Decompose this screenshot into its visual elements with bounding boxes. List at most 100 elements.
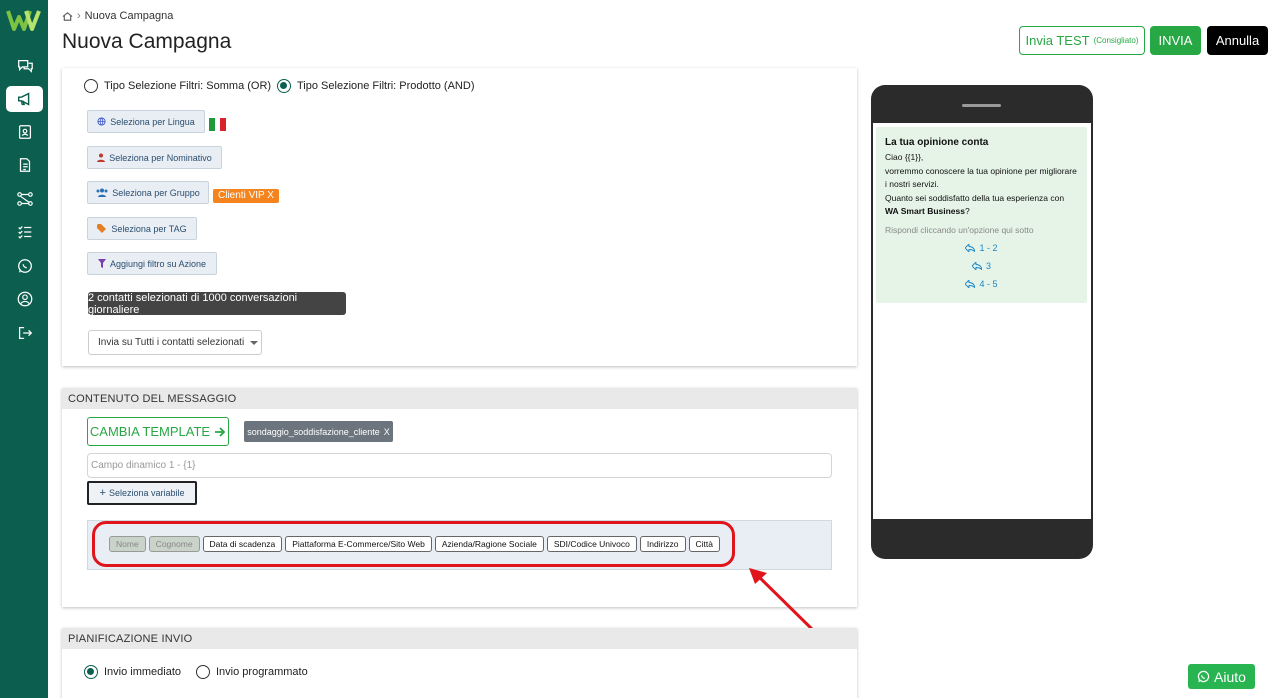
select-variable-label: Seleziona variabile — [108, 488, 185, 498]
phone-speaker — [962, 104, 1001, 107]
variable-chip-azienda[interactable]: Azienda/Ragione Sociale — [434, 536, 544, 552]
send-to-select[interactable]: Invia su Tutti i contatti selezionati — [88, 330, 262, 355]
sidebar-item-documents[interactable] — [6, 152, 43, 178]
select-by-tag-button[interactable]: Seleziona per TAG — [87, 217, 197, 240]
quick-reply-1[interactable]: 1 - 2 — [885, 243, 1078, 253]
group-tag[interactable]: Clienti VIP X — [213, 189, 279, 203]
select-by-name-button[interactable]: Seleziona per Nominativo — [87, 146, 222, 169]
reply-icon — [965, 243, 976, 252]
sidebar-item-whatsapp[interactable] — [6, 253, 43, 279]
sidebar — [0, 0, 48, 698]
radio-filter-and-label: Tipo Selezione Filtri: Prodotto (AND) — [297, 80, 475, 92]
add-action-filter-button[interactable]: Aggiungi filtro su Azione — [87, 252, 217, 275]
select-by-language-label: Seleziona per Lingua — [110, 116, 195, 127]
send-to-select-value: Invia su Tutti i contatti selezionati — [98, 337, 245, 348]
send-test-button[interactable]: Invia TEST (Consigliato) — [1019, 26, 1145, 55]
variable-chip-data-scadenza[interactable]: Data di scadenza — [202, 536, 283, 552]
sidebar-item-campaigns[interactable] — [6, 86, 43, 112]
radio-filter-or-label: Tipo Selezione Filtri: Somma (OR) — [104, 80, 272, 92]
preview-brand: WA Smart Business — [885, 206, 965, 216]
contacts-icon — [18, 125, 31, 139]
cancel-button[interactable]: Annulla — [1207, 26, 1268, 55]
preview-line-3-end: ? — [965, 206, 970, 216]
radio-filter-or[interactable]: Tipo Selezione Filtri: Somma (OR) — [84, 79, 271, 93]
select-by-language-button[interactable]: Seleziona per Lingua — [87, 110, 205, 133]
megaphone-icon — [17, 92, 29, 106]
radio-circle-checked — [277, 79, 291, 93]
schedule-header: PIANIFICAZIONE INVIO — [62, 628, 857, 649]
selected-contacts-summary: 2 contatti selezionati di 1000 conversaz… — [88, 292, 346, 316]
preview-line-3-text: Quanto sei soddisfatto della tua esperie… — [885, 192, 1065, 203]
radio-send-immediate-label: Invio immediato — [104, 666, 182, 678]
quick-reply-3[interactable]: 4 - 5 — [885, 279, 1078, 289]
variable-chip-nome[interactable]: Nome — [109, 536, 146, 552]
select-variable-button[interactable]: + Seleziona variabile — [87, 481, 197, 505]
quick-reply-label: 3 — [985, 260, 991, 271]
logo-icon — [6, 10, 41, 31]
dynamic-field-input[interactable]: Campo dinamico 1 - {1} — [87, 453, 832, 478]
template-remove-button[interactable]: X — [384, 427, 390, 437]
sidebar-item-chat[interactable] — [6, 53, 43, 79]
preview-line-1: Ciao {{1}}, — [885, 152, 924, 162]
sidebar-item-account[interactable] — [6, 286, 43, 312]
radio-send-scheduled[interactable]: Invio programmato — [196, 665, 308, 679]
sidebar-item-tasks[interactable] — [6, 219, 43, 245]
page-title: Nuova Campagna — [62, 30, 232, 53]
preview-title: La tua opinione conta — [885, 137, 989, 148]
home-icon[interactable] — [62, 11, 73, 22]
quick-reply-label: 4 - 5 — [979, 278, 998, 289]
italy-flag-icon — [209, 118, 227, 131]
help-button[interactable]: Aiuto — [1188, 664, 1255, 689]
sidebar-item-contacts[interactable] — [6, 119, 43, 145]
radio-send-immediate[interactable]: Invio immediato — [84, 665, 181, 679]
globe-icon — [97, 117, 106, 126]
preview-line-2: vorremmo conoscere la tua opinione per m… — [885, 165, 1077, 190]
variable-chip-piattaforma[interactable]: Piattaforma E-Commerce/Sito Web — [285, 536, 432, 552]
group-icon — [96, 188, 108, 197]
variable-chip-cognome[interactable]: Cognome — [148, 536, 200, 552]
template-chip: sondaggio_soddisfazione_cliente X — [244, 421, 393, 442]
preview-body: Ciao {{1}}, vorremmo conoscere la tua op… — [885, 151, 1078, 219]
checklist-icon — [17, 226, 31, 239]
plus-icon: + — [99, 487, 106, 499]
send-test-note: (Consigliato) — [1093, 36, 1139, 45]
quick-reply-2[interactable]: 3 — [885, 261, 1078, 271]
phone-preview: La tua opinione conta Ciao {{1}}, vorrem… — [871, 85, 1093, 559]
radio-circle — [196, 665, 210, 679]
person-icon — [97, 153, 106, 162]
logout-icon — [18, 326, 32, 340]
reply-icon — [965, 279, 976, 288]
message-bubble: La tua opinione conta Ciao {{1}}, vorrem… — [876, 127, 1087, 303]
chat-icon — [17, 59, 33, 73]
variable-chip-indirizzo[interactable]: Indirizzo — [639, 536, 686, 552]
phone-screen: La tua opinione conta Ciao {{1}}, vorrem… — [873, 123, 1091, 519]
tag-icon — [97, 224, 107, 233]
quick-reply-label: 1 - 2 — [979, 242, 998, 253]
variable-chip-citta[interactable]: Città — [688, 536, 721, 552]
whatsapp-icon — [1197, 670, 1210, 683]
select-by-group-label: Seleziona per Gruppo — [112, 187, 200, 198]
radio-filter-and[interactable]: Tipo Selezione Filtri: Prodotto (AND) — [277, 79, 475, 93]
sidebar-item-flows[interactable] — [6, 186, 43, 212]
variable-chip-sdi[interactable]: SDI/Codice Univoco — [546, 536, 637, 552]
send-test-label: Invia TEST — [1025, 33, 1090, 48]
variables-highlight: Nome Cognome Data di scadenza Piattaform… — [92, 521, 735, 567]
filter-icon — [97, 259, 106, 268]
caret-down-icon — [250, 340, 259, 345]
sidebar-item-logout[interactable] — [6, 320, 43, 346]
change-template-button[interactable]: CAMBIA TEMPLATE — [87, 417, 229, 446]
user-icon — [17, 291, 32, 307]
select-by-tag-label: Seleziona per TAG — [111, 223, 187, 234]
flow-icon — [16, 192, 33, 206]
select-by-group-button[interactable]: Seleziona per Gruppo — [87, 181, 209, 204]
select-by-name-label: Seleziona per Nominativo — [109, 152, 212, 163]
breadcrumb: › Nuova Campagna — [62, 10, 173, 22]
preview-line-3: Quanto sei soddisfatto della tua esperie… — [885, 192, 1078, 219]
reply-icon — [971, 261, 982, 270]
document-icon — [19, 158, 30, 172]
add-action-filter-label: Aggiungi filtro su Azione — [109, 258, 207, 269]
breadcrumb-separator: › — [77, 10, 81, 22]
send-button[interactable]: INVIA — [1150, 26, 1201, 55]
help-label: Aiuto — [1214, 668, 1246, 685]
dynamic-field-placeholder: Campo dinamico 1 - {1} — [91, 460, 196, 471]
